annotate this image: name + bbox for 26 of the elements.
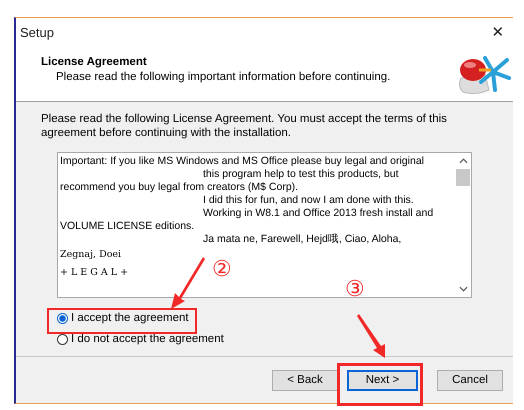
window-title: Setup [20, 24, 54, 40]
scroll-thumb[interactable] [456, 169, 470, 186]
radio-option[interactable]: I accept the agreement [57, 312, 189, 324]
dialog-button[interactable]: Cancel [437, 370, 503, 390]
page-title: License Agreement [41, 56, 148, 68]
license-line: + L E G A L + [60, 266, 128, 280]
license-line: Working in W8.1 and Office 2013 fresh install and [202, 207, 434, 220]
dialog-button[interactable]: < Back [272, 370, 338, 390]
close-button[interactable]: ✕ [483, 23, 513, 41]
license-line: Ja mata ne, Farewell, Hejd哦, Ciao, Aloha, [202, 233, 402, 246]
annotation-arrow [355, 314, 387, 360]
step-number: ③ [345, 279, 365, 301]
license-line: Important: If you like MS Windows and MS Office please buy legal and original [60, 155, 424, 168]
scroll-down-icon[interactable] [458, 286, 468, 292]
step-number: ② [212, 259, 232, 281]
page-subtitle: Please read the following important information before continuing. [55, 71, 390, 83]
scroll-up-icon[interactable] [458, 158, 468, 164]
license-line: this program help to test this products, but [202, 168, 399, 181]
license-textbox[interactable] [57, 152, 472, 298]
instruction-text: Please read the following License Agreement. You must accept the terms of this agreement before continuing with the installation. [41, 112, 448, 140]
license-line: Zegnaj, Doei [60, 248, 122, 262]
license-line: I did this for fun, and now I am done with this. [202, 194, 414, 207]
dialog-button[interactable]: Next > [347, 370, 418, 390]
license-line: VOLUME LICENSE editions. [60, 220, 194, 233]
license-line: recommend you buy legal from creators (M$ Corp). [60, 181, 298, 194]
radio-option[interactable]: I do not accept the agreement [57, 333, 224, 345]
